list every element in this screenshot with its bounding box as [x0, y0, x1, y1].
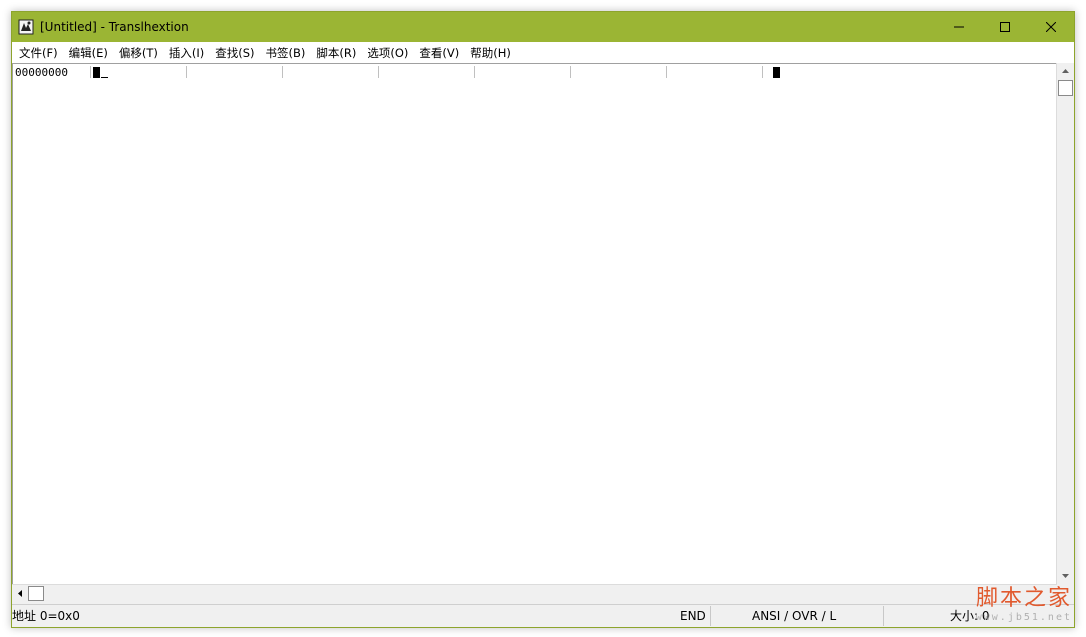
window-controls: [936, 12, 1074, 42]
ascii-cursor: [773, 67, 780, 78]
column-divider: [90, 66, 91, 78]
menu-insert[interactable]: 插入(I): [164, 43, 209, 63]
hex-row: 00000000: [13, 66, 1057, 80]
scroll-up-button[interactable]: [1057, 63, 1074, 79]
scroll-down-button[interactable]: [1057, 568, 1074, 584]
vertical-scroll-thumb[interactable]: [1058, 80, 1073, 96]
horizontal-scroll-thumb[interactable]: [28, 586, 44, 601]
menu-file[interactable]: 文件(F): [14, 43, 63, 63]
column-divider: [186, 66, 187, 78]
minimize-button[interactable]: [936, 12, 982, 42]
status-bar: 地址 0=0x0 END ANSI / OVR / L 大小: 0: [12, 604, 1074, 627]
menu-bookmarks[interactable]: 书签(B): [261, 43, 311, 63]
column-divider: [762, 66, 763, 78]
arrow-up-icon: [1062, 69, 1069, 73]
status-separator: [710, 606, 711, 626]
status-address: 地址 0=0x0: [12, 609, 80, 623]
column-divider: [474, 66, 475, 78]
app-icon[interactable]: [18, 19, 34, 35]
column-divider: [666, 66, 667, 78]
hex-editor-area[interactable]: 00000000: [12, 63, 1057, 584]
arrow-down-icon: [1062, 574, 1069, 578]
maximize-button[interactable]: [982, 12, 1028, 42]
column-divider: [282, 66, 283, 78]
horizontal-scrollbar[interactable]: [12, 584, 1057, 602]
column-divider: [570, 66, 571, 78]
close-icon: [1046, 22, 1056, 32]
scroll-left-button[interactable]: [12, 585, 28, 602]
hex-cursor-underline: [101, 77, 108, 78]
status-end: END: [680, 609, 706, 623]
vertical-scrollbar[interactable]: [1056, 63, 1074, 584]
row-offset: 00000000: [15, 66, 68, 79]
menu-offset[interactable]: 偏移(T): [114, 43, 163, 63]
arrow-left-icon: [18, 590, 22, 597]
column-divider: [378, 66, 379, 78]
close-button[interactable]: [1028, 12, 1074, 42]
menu-edit[interactable]: 编辑(E): [64, 43, 113, 63]
status-separator: [883, 606, 884, 626]
menu-options[interactable]: 选项(O): [362, 43, 413, 63]
menu-script[interactable]: 脚本(R): [311, 43, 361, 63]
hex-cursor: [93, 67, 100, 78]
status-size: 大小: 0: [950, 609, 990, 623]
menu-find[interactable]: 查找(S): [210, 43, 259, 63]
status-encoding: ANSI / OVR / L: [752, 609, 837, 623]
window-title: [Untitled] - Translhextion: [40, 20, 189, 34]
menu-help[interactable]: 帮助(H): [465, 43, 516, 63]
menu-view[interactable]: 查看(V): [414, 43, 464, 63]
menu-bar: 文件(F) 编辑(E) 偏移(T) 插入(I) 查找(S) 书签(B) 脚本(R…: [12, 42, 1074, 63]
title-bar[interactable]: [Untitled] - Translhextion: [12, 12, 1074, 42]
minimize-icon: [954, 26, 964, 28]
app-window: [Untitled] - Translhextion 文件(F) 编辑(E) 偏…: [11, 11, 1075, 628]
maximize-icon: [1000, 22, 1010, 32]
